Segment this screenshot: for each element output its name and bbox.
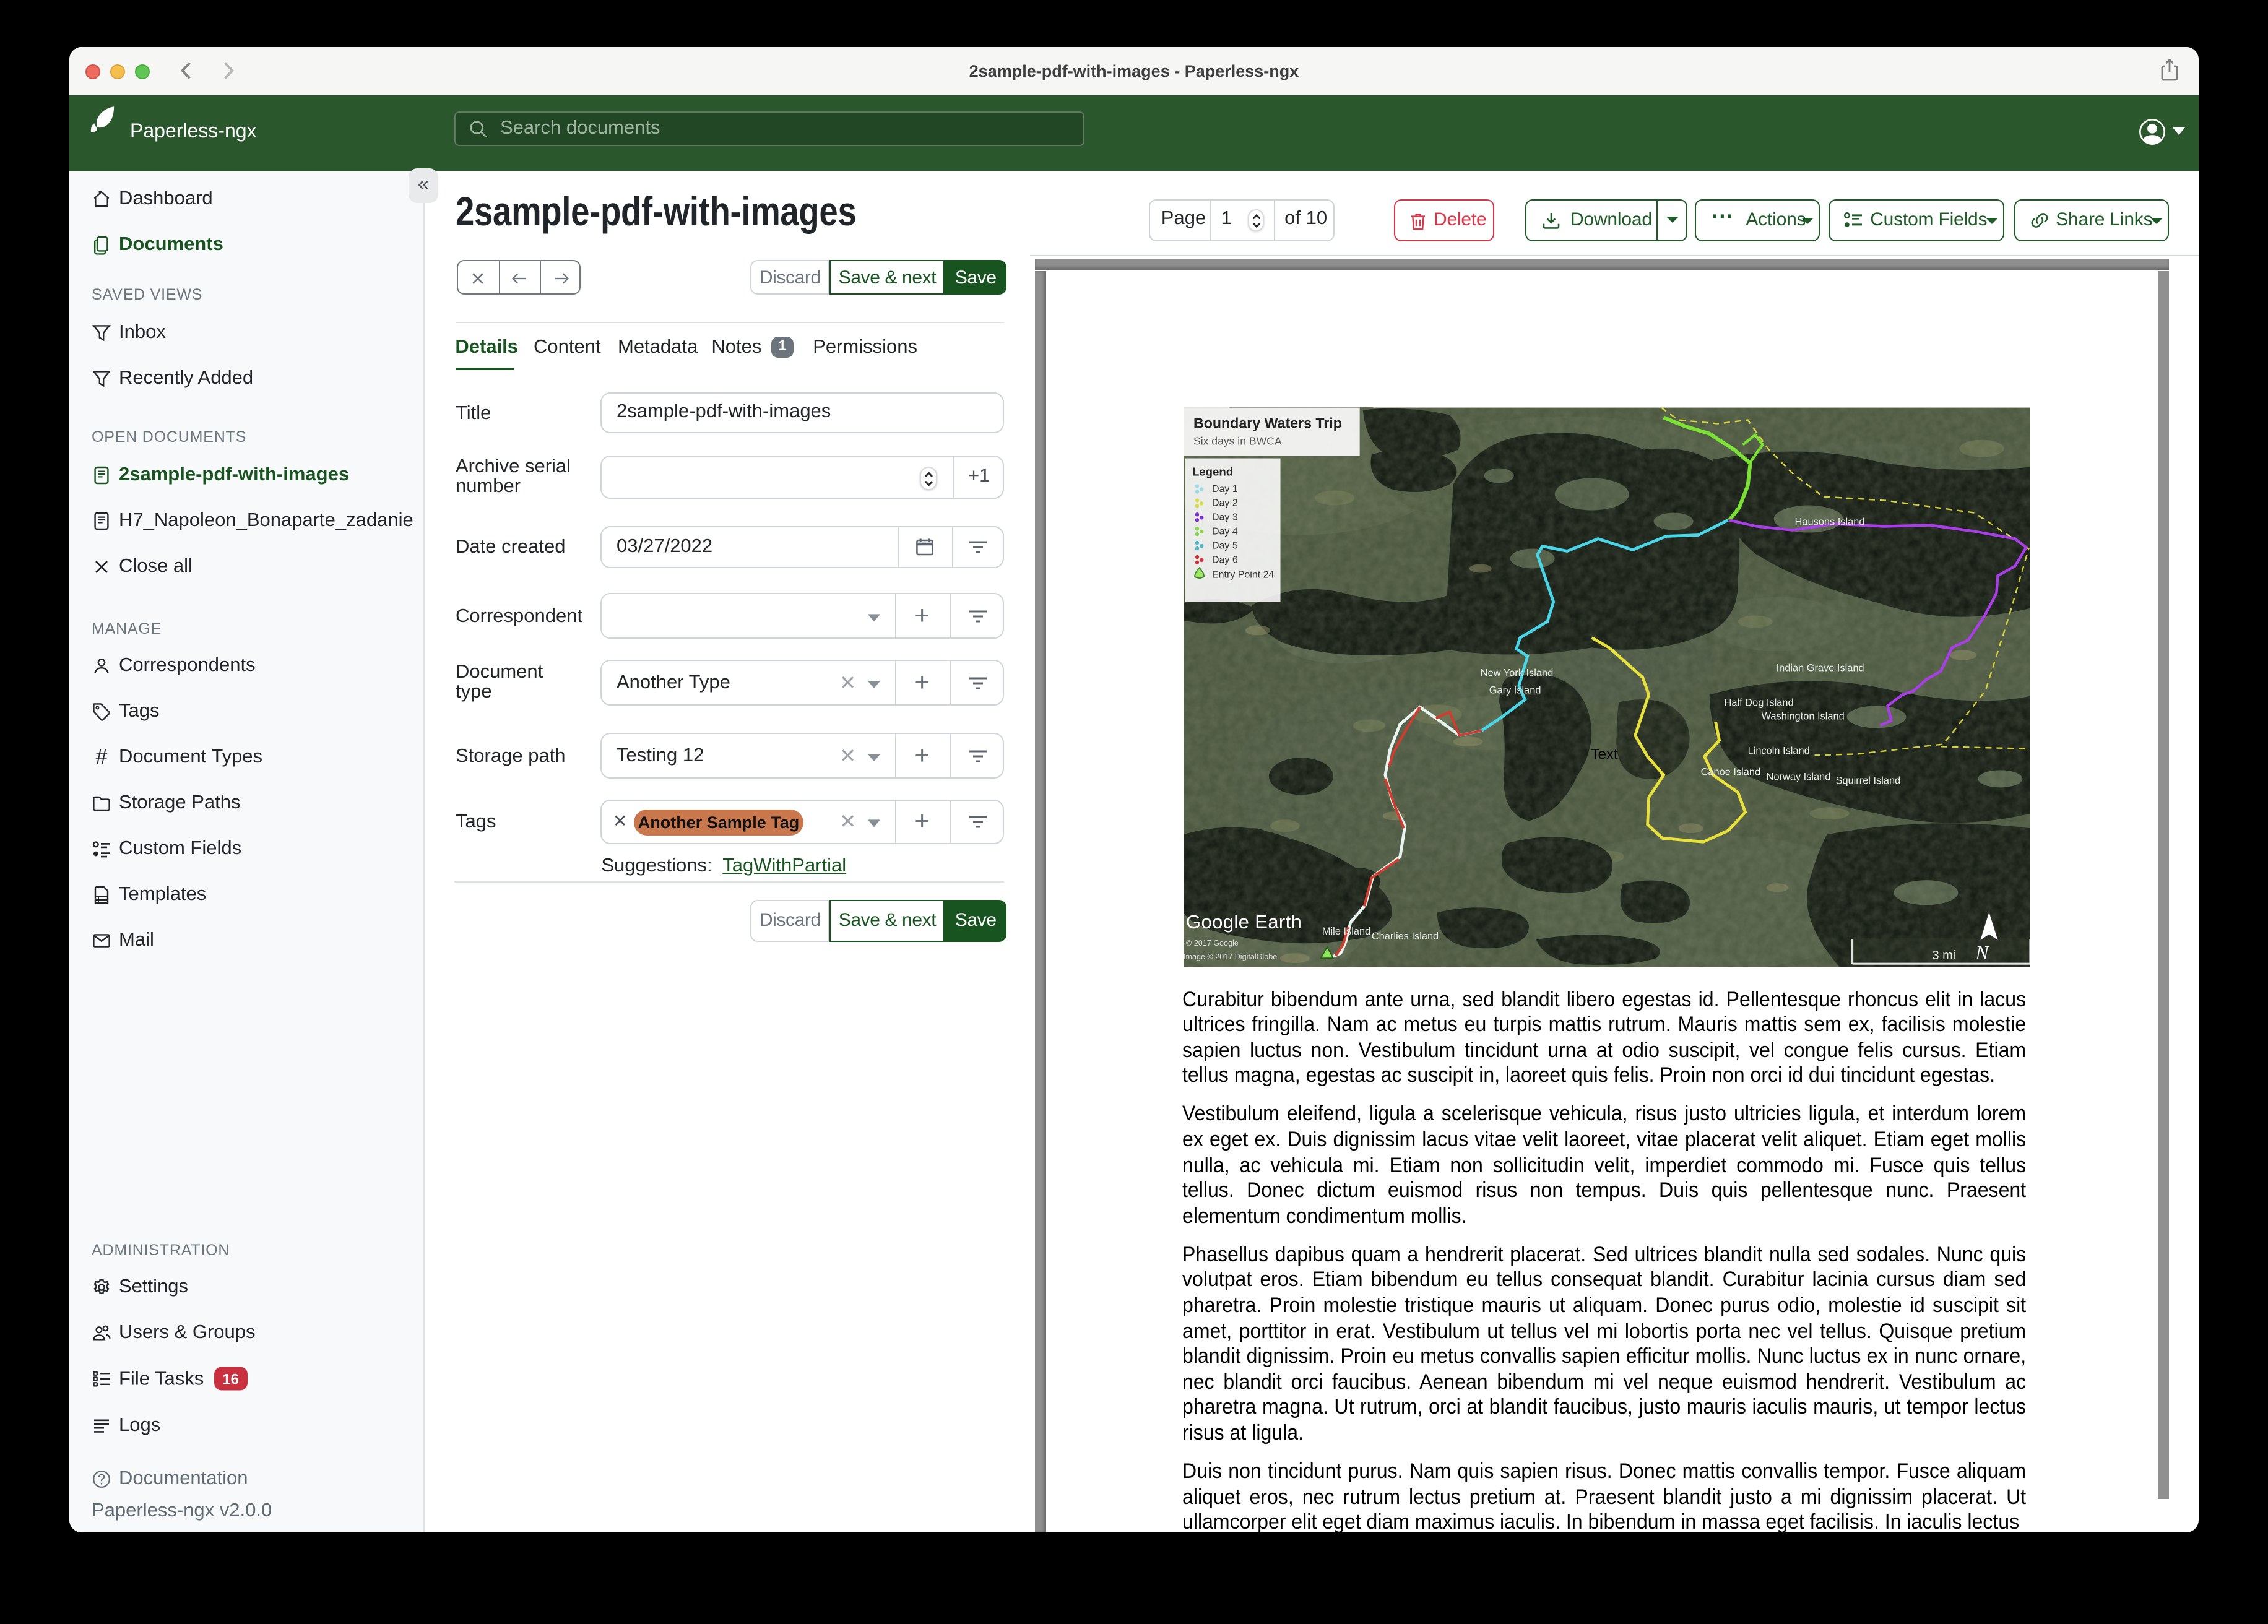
svg-text:Boundary Waters Trip: Boundary Waters Trip: [1193, 415, 1341, 431]
svg-text:Day 5: Day 5: [1211, 540, 1237, 551]
svg-text:Image © 2017 DigitalGlobe: Image © 2017 DigitalGlobe: [1183, 952, 1276, 961]
svg-text:Indian Grave Island: Indian Grave Island: [1776, 662, 1864, 673]
svg-text:Day 4: Day 4: [1211, 526, 1237, 537]
svg-text:Hausons Island: Hausons Island: [1794, 516, 1864, 527]
svg-text:Six days in BWCA: Six days in BWCA: [1193, 434, 1281, 447]
svg-text:Entry Point 24: Entry Point 24: [1211, 569, 1274, 580]
svg-text:N: N: [1975, 942, 1989, 964]
svg-text:Day 2: Day 2: [1211, 498, 1237, 508]
svg-text:Mile Island: Mile Island: [1322, 926, 1370, 937]
svg-text:Norway Island: Norway Island: [1766, 771, 1830, 782]
svg-text:Day 1: Day 1: [1211, 484, 1237, 495]
svg-text:Gary Island: Gary Island: [1489, 685, 1541, 696]
svg-text:Day 3: Day 3: [1211, 512, 1237, 522]
svg-text:Half Dog Island: Half Dog Island: [1724, 697, 1793, 708]
svg-text:Washington Island: Washington Island: [1761, 710, 1844, 722]
svg-text:New York Island: New York Island: [1480, 667, 1552, 678]
svg-text:Squirrel Island: Squirrel Island: [1835, 775, 1900, 786]
svg-text:Legend: Legend: [1192, 465, 1232, 478]
svg-text:Day 6: Day 6: [1211, 555, 1237, 565]
svg-text:3 mi: 3 mi: [1932, 949, 1955, 962]
svg-text:Charlies Island: Charlies Island: [1371, 931, 1438, 942]
svg-text:© 2017 Google: © 2017 Google: [1185, 939, 1238, 948]
svg-text:Lincoln Island: Lincoln Island: [1747, 745, 1809, 756]
svg-text:Google Earth: Google Earth: [1185, 911, 1301, 933]
svg-text:Canoe Island: Canoe Island: [1700, 766, 1760, 777]
svg-text:Text: Text: [1590, 746, 1617, 762]
